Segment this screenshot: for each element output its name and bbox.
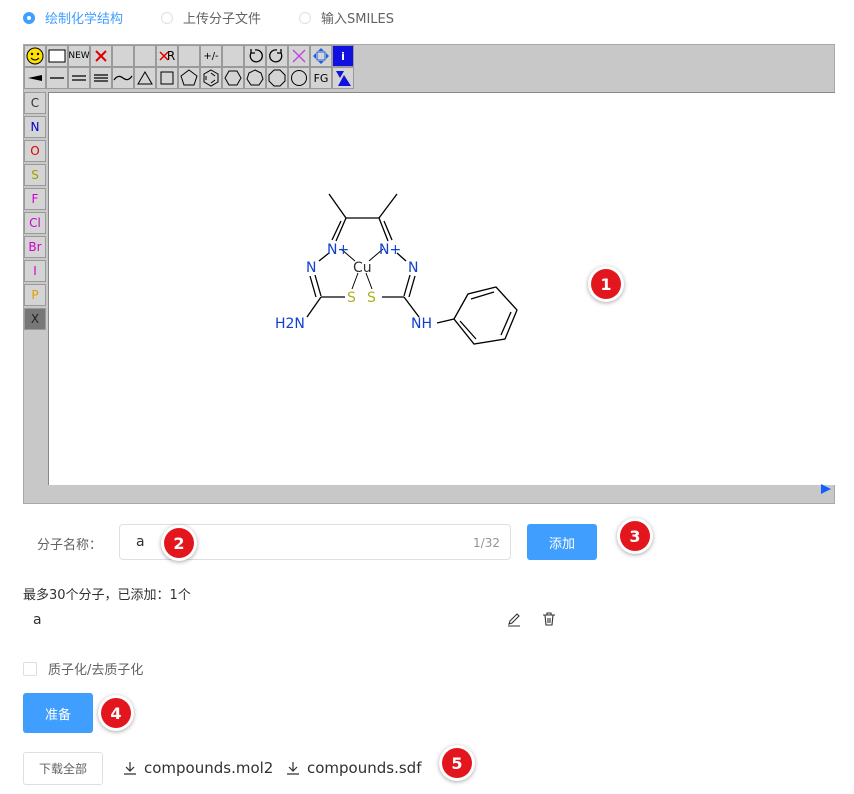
element-x-button[interactable]: X xyxy=(24,308,46,330)
atom-n-plus-left: N+ xyxy=(327,242,349,258)
atom-n-left: N xyxy=(306,260,316,276)
tab-draw-structure[interactable]: 绘制化学结构 xyxy=(23,8,123,27)
heptagon-ring-icon[interactable] xyxy=(244,67,266,89)
smiley-icon[interactable] xyxy=(24,45,46,67)
clear-icon[interactable] xyxy=(288,45,310,67)
radio-checked-icon xyxy=(23,11,35,24)
toolbar-blank[interactable] xyxy=(112,45,134,67)
tab-draw-structure-label: 绘制化学结构 xyxy=(45,12,124,27)
charge-button[interactable]: +/- xyxy=(200,45,222,67)
tab-upload-file-label: 上传分子文件 xyxy=(183,12,262,27)
download-all-button[interactable]: 下载全部 xyxy=(23,752,103,785)
undo-icon[interactable] xyxy=(244,45,266,67)
single-bond-icon[interactable] xyxy=(46,67,68,89)
triple-bond-icon[interactable] xyxy=(90,67,112,89)
expand-arrow-icon[interactable] xyxy=(820,480,832,499)
toolbar-blank[interactable] xyxy=(178,45,200,67)
annotation-badge-2: 2 xyxy=(164,528,194,558)
download-sdf-link[interactable]: compounds.sdf xyxy=(286,759,421,777)
element-p-button[interactable]: P xyxy=(24,284,46,306)
element-c-button[interactable]: C xyxy=(24,92,46,114)
element-s-button[interactable]: S xyxy=(24,164,46,186)
template-triangle-icon[interactable] xyxy=(332,67,354,89)
element-br-button[interactable]: Br xyxy=(24,236,46,258)
character-counter: 1/32 xyxy=(473,536,500,550)
element-n-button[interactable]: N xyxy=(24,116,46,138)
protonation-label: 质子化/去质子化 xyxy=(48,663,144,678)
atom-cu: Cu xyxy=(353,260,372,276)
element-f-button[interactable]: F xyxy=(24,188,46,210)
molecule-count-summary: 最多30个分子，已添加：1个 xyxy=(23,588,191,603)
chain-icon[interactable] xyxy=(112,67,134,89)
atom-n-plus-right: N+ xyxy=(379,242,401,258)
octagon-ring-icon[interactable] xyxy=(266,67,288,89)
atom-n-right: N xyxy=(408,260,418,276)
atom-h2n: H2N xyxy=(275,316,305,332)
add-button[interactable]: 添加 xyxy=(527,524,597,560)
element-cl-button[interactable]: Cl xyxy=(24,212,46,234)
tab-upload-file[interactable]: 上传分子文件 xyxy=(161,8,261,27)
redo-icon[interactable] xyxy=(266,45,288,67)
molecule-name-label: 分子名称： xyxy=(37,538,103,553)
drawing-canvas[interactable]: N+ N+ Cu N N S S H2N NH xyxy=(48,92,835,485)
select-rectangle-icon[interactable] xyxy=(46,45,68,67)
toolbar-blank[interactable] xyxy=(222,45,244,67)
double-bond-icon[interactable] xyxy=(68,67,90,89)
hexagon-ring-icon[interactable] xyxy=(222,67,244,89)
triangle-ring-icon[interactable] xyxy=(134,67,156,89)
chemical-editor: NEW R +/- i FG C N O S F Cl Br I P X N+ … xyxy=(23,44,835,504)
prepare-button[interactable]: 准备 xyxy=(23,693,93,733)
functional-group-button[interactable]: FG xyxy=(310,67,332,89)
pentagon-ring-icon[interactable] xyxy=(178,67,200,89)
download-icon xyxy=(124,762,136,775)
molecule-name: a xyxy=(33,612,42,628)
annotation-badge-4: 4 xyxy=(101,698,131,728)
list-item: a xyxy=(23,608,568,634)
square-ring-icon[interactable] xyxy=(156,67,178,89)
download-mol2-label: compounds.mol2 xyxy=(144,759,274,777)
new-button[interactable]: NEW xyxy=(68,45,90,67)
download-sdf-label: compounds.sdf xyxy=(307,759,422,777)
checkbox-box[interactable] xyxy=(23,661,37,676)
element-i-button[interactable]: I xyxy=(24,260,46,282)
nonagon-ring-icon[interactable] xyxy=(288,67,310,89)
molecule-structure: N+ N+ Cu N N S S H2N NH xyxy=(275,193,518,345)
radio-unchecked-icon xyxy=(299,11,311,24)
wedge-bond-icon[interactable] xyxy=(24,67,46,89)
info-icon[interactable]: i xyxy=(332,45,354,67)
toolbar-blank[interactable] xyxy=(134,45,156,67)
edit-icon[interactable] xyxy=(506,611,522,631)
annotation-badge-1: 1 xyxy=(591,269,621,299)
download-icon xyxy=(287,762,299,775)
delete-icon[interactable] xyxy=(541,611,557,631)
atom-nh: NH xyxy=(411,316,432,332)
atom-s-left: S xyxy=(347,290,356,306)
molecule-name-value: a xyxy=(136,534,145,550)
benzene-ring-icon[interactable] xyxy=(200,67,222,89)
protonation-checkbox[interactable]: 质子化/去质子化 xyxy=(23,659,143,678)
element-o-button[interactable]: O xyxy=(24,140,46,162)
move-icon[interactable] xyxy=(310,45,332,67)
tab-input-smiles[interactable]: 输入SMILES xyxy=(299,8,394,27)
annotation-badge-5: 5 xyxy=(442,748,472,778)
annotation-badge-3: 3 xyxy=(620,521,650,551)
radio-unchecked-icon xyxy=(161,11,173,24)
delete-icon[interactable] xyxy=(90,45,112,67)
atom-s-right: S xyxy=(367,290,376,306)
tab-input-smiles-label: 输入SMILES xyxy=(321,12,395,27)
delete-r-group-button[interactable]: R xyxy=(156,45,178,67)
download-mol2-link[interactable]: compounds.mol2 xyxy=(123,759,273,777)
